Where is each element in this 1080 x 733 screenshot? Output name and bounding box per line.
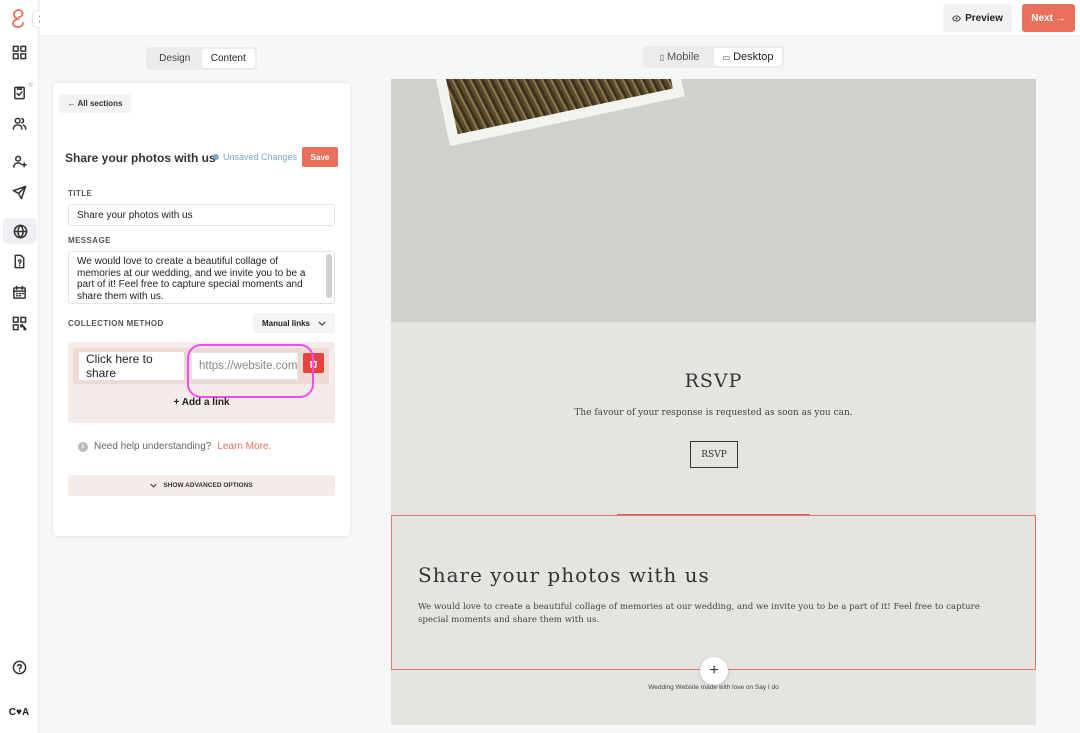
- website-preview: RSVP The favour of your response is requ…: [391, 79, 1036, 725]
- left-sidebar: C♥A: [0, 0, 50, 733]
- title-input[interactable]: Share your photos with us: [68, 204, 335, 226]
- rsvp-button[interactable]: RSVP: [690, 441, 738, 468]
- title-label: TITLE: [68, 189, 93, 198]
- focus-highlight-ring: [187, 344, 314, 398]
- website-icon[interactable]: [3, 218, 37, 244]
- tilted-photo: [423, 79, 685, 147]
- textarea-scrollbar[interactable]: [326, 254, 332, 298]
- photo-section[interactable]: [391, 79, 1036, 322]
- help-text: Need help understanding?: [94, 441, 212, 452]
- status-dot-icon: [213, 154, 219, 160]
- message-text: We would love to create a beautiful coll…: [77, 256, 306, 302]
- rsvp-subtitle: The favour of your response is requested…: [574, 408, 853, 418]
- document-icon[interactable]: [8, 250, 31, 273]
- help-row: i Need help understanding? Learn More.: [78, 441, 271, 452]
- top-bar: Preview Next →: [40, 0, 1080, 36]
- dashboard-icon[interactable]: [8, 41, 31, 64]
- mobile-label: Mobile: [667, 51, 700, 63]
- links-list: Click here to share https://website.com …: [68, 342, 335, 423]
- advanced-label: SHOW ADVANCED OPTIONS: [163, 482, 253, 489]
- share-photos-section[interactable]: Share your photos with us We would love …: [391, 515, 1036, 670]
- all-sections-button[interactable]: ← All sections: [59, 94, 131, 113]
- send-icon[interactable]: [8, 181, 31, 204]
- link-text-input[interactable]: Click here to share: [79, 352, 184, 380]
- show-advanced-options-button[interactable]: SHOW ADVANCED OPTIONS: [68, 475, 335, 496]
- section-title: Share your photos with us: [65, 151, 216, 165]
- phone-icon: ▯: [659, 52, 664, 62]
- mobile-view-button[interactable]: ▯ Mobile: [645, 48, 714, 66]
- notification-dot: [28, 82, 33, 87]
- calendar-icon[interactable]: [8, 281, 31, 304]
- tab-design[interactable]: Design: [148, 49, 202, 68]
- rsvp-heading: RSVP: [684, 370, 743, 392]
- collection-method-value: Manual links: [261, 318, 310, 328]
- desktop-label: Desktop: [733, 51, 774, 63]
- device-toggle: ▯ Mobile ▭ Desktop: [643, 46, 784, 68]
- next-button[interactable]: Next →: [1022, 4, 1075, 32]
- collection-method-select[interactable]: Manual links: [253, 313, 335, 333]
- add-section-button[interactable]: +: [700, 657, 728, 685]
- desktop-view-button[interactable]: ▭ Desktop: [714, 48, 782, 66]
- unsaved-status: Unsaved Changes: [213, 152, 297, 162]
- tab-content[interactable]: Content: [201, 49, 255, 68]
- save-button[interactable]: Save: [302, 147, 338, 167]
- message-label: MESSAGE: [68, 236, 111, 245]
- app-logo-icon[interactable]: [9, 8, 29, 28]
- add-link-button[interactable]: + Add a link: [68, 397, 335, 408]
- photo-image: [434, 79, 673, 135]
- guests-icon[interactable]: [8, 112, 31, 135]
- unsaved-label: Unsaved Changes: [223, 152, 298, 162]
- user-avatar[interactable]: C♥A: [5, 700, 33, 724]
- eye-icon: [952, 14, 961, 22]
- editor-mode-toggle: Design Content: [146, 47, 257, 70]
- qr-code-icon[interactable]: [8, 312, 31, 335]
- monitor-icon: ▭: [722, 52, 731, 62]
- message-textarea[interactable]: We would love to create a beautiful coll…: [68, 251, 335, 304]
- share-photos-heading: Share your photos with us: [418, 563, 710, 587]
- link-row: Click here to share https://website.com: [73, 344, 329, 398]
- info-icon: i: [78, 441, 88, 452]
- section-editor-panel: ← All sections Share your photos with us…: [53, 83, 350, 536]
- chevron-down-icon: [150, 483, 158, 488]
- chevron-down-icon: [318, 321, 326, 326]
- preview-label: Preview: [965, 12, 1003, 24]
- learn-more-link[interactable]: Learn More.: [217, 441, 271, 452]
- share-photos-message: We would love to create a beautiful coll…: [418, 602, 980, 625]
- contacts-icon[interactable]: [8, 150, 31, 173]
- preview-button[interactable]: Preview: [943, 4, 1012, 32]
- footer-credit: Wedding Website made with love on Say I …: [648, 684, 779, 691]
- help-icon[interactable]: [8, 656, 31, 679]
- collection-method-label: COLLECTION METHOD: [68, 319, 164, 328]
